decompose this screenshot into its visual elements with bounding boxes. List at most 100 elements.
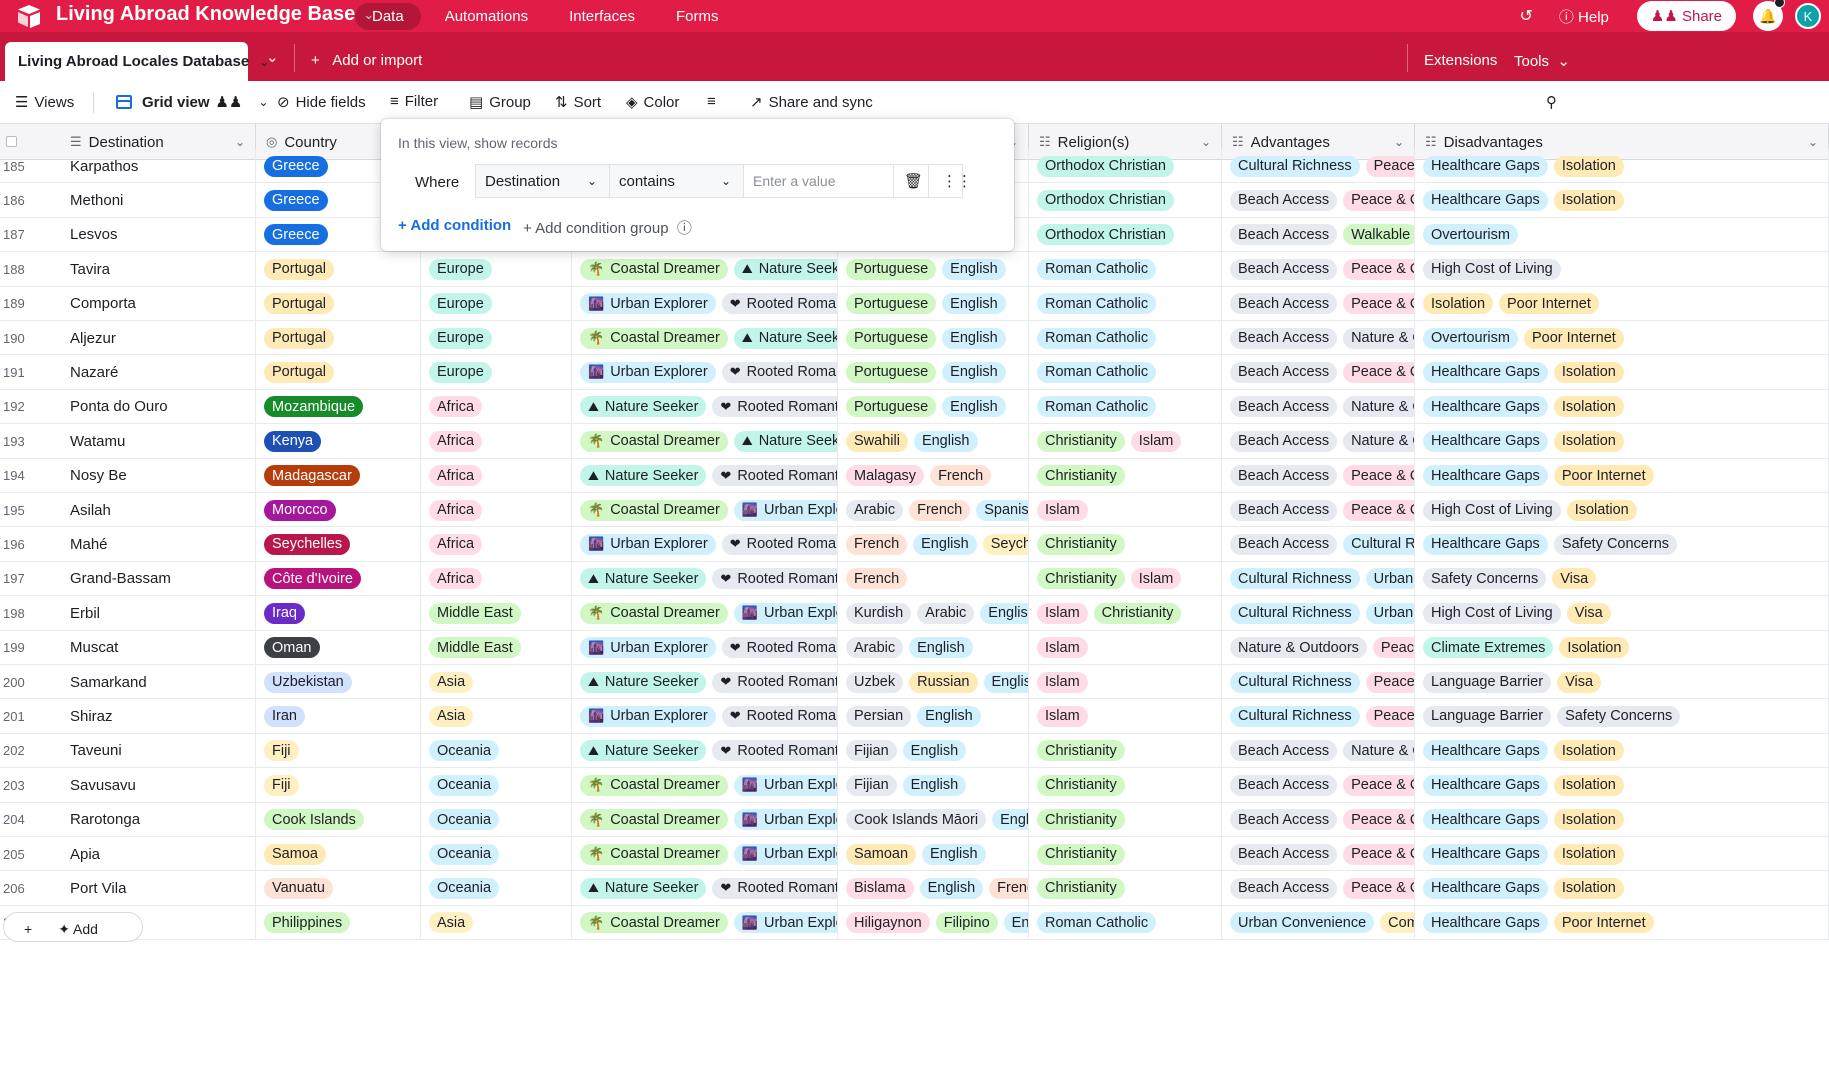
cell-destination[interactable]: Nosy Be <box>60 458 256 493</box>
cell-country[interactable]: Uzbekistan <box>256 665 421 699</box>
cell-advantages[interactable]: Beach Access Peace & Quiet <box>1222 252 1415 287</box>
cell-disadvantages[interactable]: High Cost of Living Isolation <box>1415 493 1829 527</box>
cell-region[interactable]: Oceania <box>421 802 572 837</box>
cell-persona[interactable]: 🌆 Urban Explorer ❤ Rooted Romantic <box>572 527 838 562</box>
table-row[interactable]: 203 Savusavu Fiji Oceania 🌴 Coastal Dreamer 🌆 U… <box>0 768 1829 803</box>
chevron-down-icon[interactable]: ⌄ <box>1808 135 1818 149</box>
cell-languages[interactable]: Bislama English French <box>838 871 1029 906</box>
chevron-down-icon[interactable]: ⌄ <box>1201 135 1211 149</box>
cell-region[interactable]: Europe <box>421 321 572 355</box>
cell-region[interactable]: Asia <box>421 905 572 940</box>
top-nav-automations[interactable]: Automations <box>428 3 545 30</box>
cell-persona[interactable]: 🌆 Urban Explorer ❤ Rooted Romantic <box>572 699 838 734</box>
cell-advantages[interactable]: Cultural Richness Urban Convenience <box>1222 596 1415 631</box>
cell-destination[interactable]: Muscat <box>60 630 256 665</box>
cell-destination[interactable]: Savusavu <box>60 768 256 803</box>
cell-religion[interactable]: Roman Catholic <box>1029 321 1222 355</box>
cell-advantages[interactable]: Beach Access Peace & Quiet <box>1222 871 1415 906</box>
cell-persona[interactable]: ⛰ Nature Seeker ❤ Rooted Romantic <box>572 458 838 493</box>
cell-destination[interactable]: Erbil <box>60 596 256 631</box>
table-row[interactable]: 191 Nazaré Portugal Europe 🌆 Urban Explorer ❤ R… <box>0 355 1829 390</box>
share-and-sync-button[interactable]: ↗ Share and sync <box>750 93 873 112</box>
add-record-button[interactable]: ✦ Add <box>58 921 98 938</box>
cell-destination[interactable]: Comporta <box>60 286 256 321</box>
cell-languages[interactable]: Kurdish Arabic English <box>838 596 1029 631</box>
tools-button[interactable]: Tools ⌄ <box>1514 52 1570 70</box>
cell-disadvantages[interactable]: Healthcare Gaps Safety Concerns <box>1415 527 1829 562</box>
cell-persona[interactable]: 🌆 Urban Explorer ❤ Rooted Romantic <box>572 630 838 665</box>
cell-disadvantages[interactable]: Healthcare Gaps Isolation <box>1415 768 1829 803</box>
cell-languages[interactable]: Portuguese English <box>838 389 1029 424</box>
cell-religion[interactable]: Roman Catholic <box>1029 252 1222 287</box>
top-nav-data[interactable]: Data <box>355 2 421 30</box>
cell-region[interactable]: Europe <box>421 355 572 390</box>
table-row[interactable]: 199 Muscat Oman Middle East 🌆 Urban Explorer ❤… <box>0 630 1829 665</box>
table-row[interactable]: 198 Erbil Iraq Middle East 🌴 Coastal Dreamer 🌆… <box>0 596 1829 631</box>
all-tables-chevron-icon[interactable]: ⌄ <box>266 48 279 66</box>
group-button[interactable]: ▤ Group <box>469 93 531 112</box>
cell-country[interactable]: Cook Islands <box>256 802 421 837</box>
cell-advantages[interactable]: Beach Access Peace & Quiet <box>1222 458 1415 493</box>
cell-region[interactable]: Africa <box>421 424 572 459</box>
cell-religion[interactable]: Orthodox Christian <box>1029 217 1222 252</box>
cell-languages[interactable]: Portuguese English <box>838 286 1029 321</box>
cell-advantages[interactable]: Beach Access Cultural Richness <box>1222 527 1415 562</box>
cell-disadvantages[interactable]: Language Barrier Safety Concerns <box>1415 699 1829 734</box>
cell-languages[interactable]: French English Seychellois <box>838 527 1029 562</box>
cell-disadvantages[interactable]: High Cost of Living <box>1415 252 1829 287</box>
cell-persona[interactable]: 🌴 Coastal Dreamer 🌆 Urban Explorer <box>572 493 838 527</box>
table-row[interactable]: 188 Tavira Portugal Europe 🌴 Coastal Dreamer ⛰… <box>0 252 1829 287</box>
cell-languages[interactable]: Portuguese English <box>838 355 1029 390</box>
cell-advantages[interactable]: Beach Access Peace & Quiet <box>1222 493 1415 527</box>
cell-religion[interactable]: Christianity <box>1029 458 1222 493</box>
cell-languages[interactable]: Samoan English <box>838 837 1029 871</box>
table-row[interactable]: 207PhilippinesAsia🌴Coastal Dreamer🌆Urban… <box>0 905 1829 941</box>
cell-languages[interactable]: French <box>838 561 1029 596</box>
cell-languages[interactable]: Uzbek Russian English <box>838 665 1029 699</box>
cell-region[interactable]: Oceania <box>421 733 572 768</box>
cell-advantages[interactable]: Beach Access Peace & Quiet <box>1222 837 1415 871</box>
cell-country[interactable]: Fiji <box>256 733 421 768</box>
cell-advantages[interactable]: Beach Access Peace & Quiet <box>1222 355 1415 390</box>
cell-country[interactable]: Vanuatu <box>256 871 421 906</box>
cell-advantages[interactable]: Beach Access Nature & Outdoors <box>1222 733 1415 768</box>
delete-condition-button[interactable]: 🗑 <box>893 164 929 198</box>
cell-persona[interactable]: 🌆 Urban Explorer ❤ Rooted Romantic <box>572 355 838 390</box>
add-condition-button[interactable]: + Add condition <box>398 217 511 234</box>
table-row[interactable]: 200 Samarkand Uzbekistan Asia ⛰ Nature Seeker… <box>0 665 1829 700</box>
cell-persona[interactable]: 🌴 Coastal Dreamer 🌆 Urban Explorer <box>572 905 838 940</box>
cell-destination[interactable]: Rarotonga <box>60 802 256 837</box>
cell-disadvantages[interactable]: Healthcare Gaps Poor Internet <box>1415 458 1829 493</box>
cell-region[interactable]: Middle East <box>421 596 572 631</box>
cell-advantages[interactable]: Beach Access Nature & Outdoors <box>1222 424 1415 459</box>
cell-persona[interactable]: ⛰ Nature Seeker ❤ Rooted Romantic <box>572 871 838 906</box>
drag-condition-handle[interactable]: ⋮⋮ <box>928 164 972 198</box>
cell-country[interactable]: Iraq <box>256 596 421 631</box>
cell-country[interactable]: Portugal <box>256 252 421 287</box>
cell-disadvantages[interactable]: Healthcare Gaps Isolation <box>1415 183 1829 218</box>
cell-disadvantages[interactable]: Healthcare Gaps Isolation <box>1415 871 1829 906</box>
cell-region[interactable]: Africa <box>421 561 572 596</box>
avatar[interactable]: K <box>1795 3 1821 29</box>
cell-persona[interactable]: 🌴 Coastal Dreamer 🌆 Urban Explorer <box>572 802 838 837</box>
cell-destination[interactable]: Methoni <box>60 183 256 218</box>
cell-languages[interactable]: Arabic English <box>838 630 1029 665</box>
cell-destination[interactable]: Aljezur <box>60 321 256 355</box>
cell-disadvantages[interactable]: Isolation Poor Internet <box>1415 286 1829 321</box>
cell-persona[interactable]: 🌴 Coastal Dreamer 🌆 Urban Explorer <box>572 596 838 631</box>
filter-field-select[interactable]: Destination ⌄ <box>475 164 610 198</box>
cell-persona[interactable]: ⛰ Nature Seeker ❤ Rooted Romantic <box>572 389 838 424</box>
cell-destination[interactable]: Samarkand <box>60 665 256 699</box>
table-row[interactable]: 195 Asilah Morocco Africa 🌴 Coastal Dreamer 🌆 U… <box>0 493 1829 528</box>
extensions-button[interactable]: Extensions <box>1424 52 1497 69</box>
cell-disadvantages[interactable]: Healthcare Gaps Isolation <box>1415 389 1829 424</box>
cell-country[interactable]: Mozambique <box>256 389 421 424</box>
cell-persona[interactable]: 🌴 Coastal Dreamer 🌆 Urban Explorer <box>572 837 838 871</box>
cell-disadvantages[interactable]: Safety Concerns Visa <box>1415 561 1829 596</box>
cell-country[interactable]: Philippines <box>256 905 421 940</box>
cell-disadvantages[interactable]: Healthcare Gaps Isolation <box>1415 837 1829 871</box>
table-row[interactable]: 196 Mahé Seychelles Africa 🌆 Urban Explorer ❤ R… <box>0 527 1829 562</box>
cell-advantages[interactable]: Beach Access Peace & Quiet <box>1222 183 1415 218</box>
cell-religion[interactable]: Islam <box>1029 493 1222 527</box>
cell-advantages[interactable]: Beach Access Nature & Outdoors <box>1222 321 1415 355</box>
